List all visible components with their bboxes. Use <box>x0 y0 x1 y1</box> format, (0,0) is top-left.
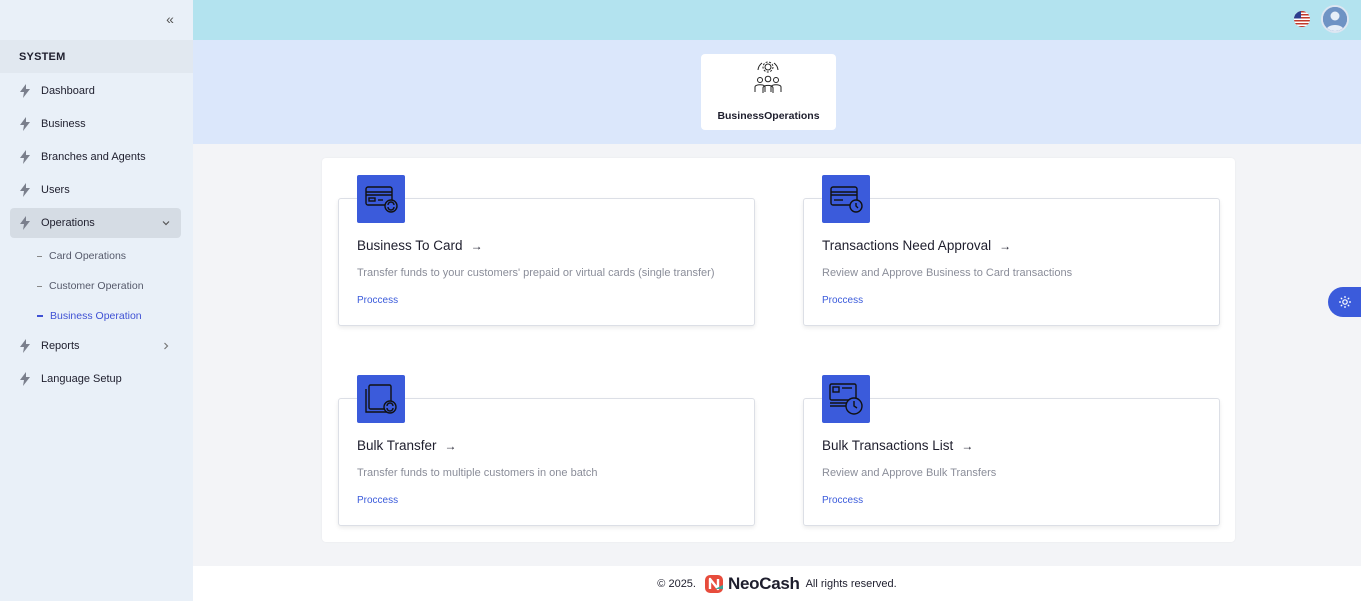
footer: © 2025. NeoCash All rights reserved. <box>193 566 1361 601</box>
operation-card-bulk-transactions-list: Bulk Transactions List → Review and Appr… <box>803 375 1220 526</box>
settings-toggle[interactable] <box>1328 287 1361 317</box>
card-description: Transfer funds to multiple customers in … <box>357 467 598 479</box>
card-title-link[interactable]: Bulk Transfer → <box>357 438 457 453</box>
arrow-right-icon: → <box>470 238 483 253</box>
credit-card-sync-icon <box>357 175 405 223</box>
card-title: Bulk Transactions List <box>822 438 954 453</box>
sidebar-subitem-customer-operation[interactable]: Customer Operation <box>37 276 144 296</box>
bolt-icon <box>20 372 30 386</box>
user-icon <box>1323 7 1347 31</box>
sidebar-subitem-business-operation[interactable]: Business Operation <box>37 306 142 326</box>
credit-card-clock-icon <box>822 175 870 223</box>
operation-card-bulk-transfer: Bulk Transfer → Transfer funds to multip… <box>338 375 755 526</box>
arrow-right-icon: → <box>961 438 974 453</box>
card-title: Business To Card <box>357 238 463 253</box>
sidebar-subitem-card-operations[interactable]: Card Operations <box>37 246 126 266</box>
cards-stack-clock-icon <box>822 375 870 423</box>
card-title-link[interactable]: Business To Card → <box>357 238 483 253</box>
sidebar-item-reports[interactable]: Reports <box>10 331 181 361</box>
page-header: BusinessOperations <box>193 40 1361 144</box>
cards-stack-sync-icon <box>357 375 405 423</box>
process-link[interactable]: Proccess <box>357 295 398 306</box>
bolt-icon <box>20 339 30 353</box>
sidebar-item-language-setup[interactable]: Language Setup <box>10 364 181 394</box>
card-description: Review and Approve Bulk Transfers <box>822 467 997 479</box>
collapse-sidebar-icon[interactable]: « <box>163 12 177 26</box>
process-link[interactable]: Proccess <box>822 495 863 506</box>
arrow-right-icon: → <box>444 438 457 453</box>
chevron-down-icon <box>162 221 170 226</box>
sidebar-item-label: Business <box>41 118 86 130</box>
sidebar-item-label: Users <box>41 184 70 196</box>
team-gear-icon <box>754 61 782 93</box>
dash-marker <box>37 285 42 287</box>
sidebar-item-users[interactable]: Users <box>10 175 181 205</box>
sidebar-item-label: Operations <box>41 217 95 229</box>
card-title-link[interactable]: Transactions Need Approval → <box>822 238 1011 253</box>
card-title: Bulk Transfer <box>357 438 437 453</box>
card-title-link[interactable]: Bulk Transactions List → <box>822 438 973 453</box>
bolt-icon <box>20 84 30 98</box>
bolt-icon <box>20 117 30 131</box>
sidebar-item-label: Reports <box>41 340 80 352</box>
card-title: Transactions Need Approval <box>822 238 992 253</box>
sidebar-subitem-label: Card Operations <box>49 250 127 262</box>
dash-marker <box>37 255 42 257</box>
sidebar-subitem-label: Business Operation <box>50 310 142 322</box>
footer-copyright: © 2025. <box>657 577 696 590</box>
sidebar-item-operations[interactable]: Operations <box>10 208 181 238</box>
sidebar: « SYSTEM Dashboard Business Branches and… <box>0 0 193 601</box>
operations-panel: Business To Card → Transfer funds to you… <box>322 158 1235 542</box>
topbar <box>193 0 1361 40</box>
page-title-card: BusinessOperations <box>701 54 836 130</box>
gear-icon <box>1339 296 1351 308</box>
chevron-right-icon <box>164 342 169 350</box>
user-avatar[interactable] <box>1321 5 1349 33</box>
operation-card-business-to-card: Business To Card → Transfer funds to you… <box>338 175 755 326</box>
sidebar-item-label: Branches and Agents <box>41 151 146 163</box>
sidebar-section-title: SYSTEM <box>0 40 193 73</box>
brand-name: NeoCash <box>728 573 800 593</box>
card-description: Transfer funds to your customers' prepai… <box>357 267 715 279</box>
footer-rights: All rights reserved. <box>805 577 897 590</box>
dash-marker <box>37 315 43 317</box>
sidebar-item-business[interactable]: Business <box>10 109 181 139</box>
bolt-icon <box>20 183 30 197</box>
bolt-icon <box>20 150 30 164</box>
brand-logo: NeoCash <box>704 574 800 594</box>
us-flag-icon[interactable] <box>1294 11 1310 27</box>
sidebar-item-branches-and-agents[interactable]: Branches and Agents <box>10 142 181 172</box>
page-title: BusinessOperations <box>717 110 820 122</box>
arrow-right-icon: → <box>999 238 1012 253</box>
sidebar-item-label: Dashboard <box>41 85 95 97</box>
bolt-icon <box>20 216 30 230</box>
sidebar-item-dashboard[interactable]: Dashboard <box>10 76 181 106</box>
card-description: Review and Approve Business to Card tran… <box>822 267 1073 279</box>
sidebar-item-label: Language Setup <box>41 373 122 385</box>
sidebar-subitem-label: Customer Operation <box>49 280 144 292</box>
process-link[interactable]: Proccess <box>822 295 863 306</box>
operation-card-transactions-need-approval: Transactions Need Approval → Review and … <box>803 175 1220 326</box>
neocash-logo-icon <box>705 574 723 593</box>
process-link[interactable]: Proccess <box>357 495 398 506</box>
